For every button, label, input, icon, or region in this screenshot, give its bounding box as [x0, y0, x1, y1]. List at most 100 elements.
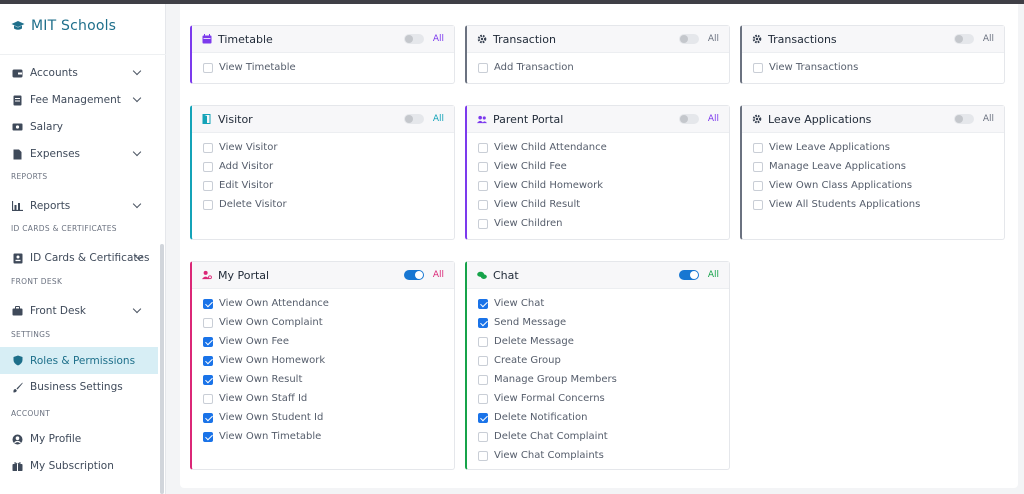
- checkbox[interactable]: [753, 142, 763, 153]
- sidebar-item-expenses[interactable]: Expenses: [0, 141, 158, 167]
- permission-item[interactable]: View Visitor: [203, 138, 454, 157]
- select-all-label[interactable]: All: [708, 114, 719, 124]
- sidebar-item-id-cards[interactable]: ID Cards & Certificates: [0, 245, 158, 271]
- permission-item[interactable]: Delete Notification: [478, 408, 729, 427]
- checkbox[interactable]: [203, 62, 213, 73]
- sidebar-item-accounts[interactable]: Accounts: [0, 60, 158, 86]
- checkbox[interactable]: [478, 336, 488, 347]
- sidebar-item-roles-permissions[interactable]: Roles & Permissions: [0, 347, 158, 374]
- permission-item[interactable]: Send Message: [478, 313, 729, 332]
- permission-label: View Formal Concerns: [494, 393, 605, 404]
- permission-item[interactable]: View Own Staff Id: [203, 389, 454, 408]
- checkbox[interactable]: [753, 62, 763, 73]
- checkbox-checked[interactable]: [203, 374, 213, 385]
- permission-item[interactable]: View Own Timetable: [203, 427, 454, 446]
- checkbox[interactable]: [203, 180, 213, 191]
- select-all-label[interactable]: All: [708, 34, 719, 44]
- checkbox[interactable]: [478, 393, 488, 404]
- permission-item[interactable]: View Child Result: [478, 195, 729, 214]
- checkbox[interactable]: [478, 355, 488, 366]
- permission-item[interactable]: View Chat Complaints: [478, 446, 729, 465]
- sidebar-scrollbar[interactable]: [160, 244, 164, 494]
- select-all-toggle[interactable]: [679, 114, 699, 124]
- sidebar-item-front-desk[interactable]: Front Desk: [0, 298, 158, 324]
- select-all-toggle[interactable]: [954, 114, 974, 124]
- sidebar-item-my-subscription[interactable]: My Subscription: [0, 453, 158, 479]
- checkbox-checked[interactable]: [478, 317, 488, 328]
- select-all-toggle[interactable]: [404, 34, 424, 44]
- permission-item[interactable]: Delete Message: [478, 332, 729, 351]
- checkbox[interactable]: [478, 450, 488, 461]
- select-all-toggle[interactable]: [404, 270, 424, 280]
- permission-label: View Own Complaint: [219, 317, 323, 328]
- permission-label: Delete Chat Complaint: [494, 431, 608, 442]
- checkbox-checked[interactable]: [478, 412, 488, 423]
- checkbox[interactable]: [478, 218, 488, 229]
- checkbox[interactable]: [478, 374, 488, 385]
- permission-item[interactable]: View Own Result: [203, 370, 454, 389]
- checkbox[interactable]: [753, 161, 763, 172]
- checkbox[interactable]: [478, 431, 488, 442]
- sidebar-item-salary[interactable]: Salary: [0, 114, 158, 140]
- permission-item[interactable]: View Leave Applications: [753, 138, 1004, 157]
- sidebar-item-my-profile[interactable]: My Profile: [0, 426, 158, 452]
- select-all-label[interactable]: All: [433, 114, 444, 124]
- brand-logo[interactable]: MIT Schools: [11, 18, 116, 34]
- checkbox[interactable]: [478, 199, 488, 210]
- permission-item[interactable]: Manage Group Members: [478, 370, 729, 389]
- checkbox[interactable]: [203, 317, 213, 328]
- sidebar-item-business-settings[interactable]: Business Settings: [0, 374, 158, 400]
- checkbox-checked[interactable]: [203, 412, 213, 423]
- checkbox[interactable]: [203, 142, 213, 153]
- select-all-toggle[interactable]: [954, 34, 974, 44]
- checkbox[interactable]: [753, 199, 763, 210]
- select-all-label[interactable]: All: [983, 34, 994, 44]
- permission-item[interactable]: View All Students Applications: [753, 195, 1004, 214]
- permission-item[interactable]: View Child Attendance: [478, 138, 729, 157]
- checkbox-checked[interactable]: [478, 298, 488, 309]
- card-title: Visitor: [218, 112, 253, 126]
- checkbox[interactable]: [203, 199, 213, 210]
- sidebar-item-fee-management[interactable]: Fee Management: [0, 87, 158, 113]
- permission-item[interactable]: View Timetable: [203, 58, 454, 77]
- checkbox[interactable]: [478, 62, 488, 73]
- checkbox[interactable]: [203, 393, 213, 404]
- select-all-toggle[interactable]: [679, 270, 699, 280]
- permission-item[interactable]: Edit Visitor: [203, 176, 454, 195]
- permission-item[interactable]: Delete Chat Complaint: [478, 427, 729, 446]
- select-all-label[interactable]: All: [983, 114, 994, 124]
- permission-item[interactable]: View Own Class Applications: [753, 176, 1004, 195]
- permission-item[interactable]: View Own Attendance: [203, 294, 454, 313]
- checkbox-checked[interactable]: [203, 355, 213, 366]
- checkbox[interactable]: [478, 142, 488, 153]
- permission-item[interactable]: View Own Homework: [203, 351, 454, 370]
- permission-item[interactable]: Create Group: [478, 351, 729, 370]
- permission-item[interactable]: View Child Fee: [478, 157, 729, 176]
- permission-item[interactable]: Add Visitor: [203, 157, 454, 176]
- checkbox[interactable]: [203, 161, 213, 172]
- permission-item[interactable]: Manage Leave Applications: [753, 157, 1004, 176]
- select-all-toggle[interactable]: [404, 114, 424, 124]
- permission-item[interactable]: View Own Complaint: [203, 313, 454, 332]
- checkbox-checked[interactable]: [203, 336, 213, 347]
- permission-item[interactable]: View Formal Concerns: [478, 389, 729, 408]
- select-all-label[interactable]: All: [708, 270, 719, 280]
- sidebar-item-reports[interactable]: Reports: [0, 193, 158, 219]
- permission-item[interactable]: Delete Visitor: [203, 195, 454, 214]
- checkbox-checked[interactable]: [203, 431, 213, 442]
- permission-item[interactable]: View Children: [478, 214, 729, 233]
- permission-item[interactable]: View Chat: [478, 294, 729, 313]
- permission-item[interactable]: View Own Fee: [203, 332, 454, 351]
- checkbox[interactable]: [478, 161, 488, 172]
- permission-item[interactable]: View Child Homework: [478, 176, 729, 195]
- checkbox[interactable]: [478, 180, 488, 191]
- select-all-toggle[interactable]: [679, 34, 699, 44]
- select-all-label[interactable]: All: [433, 270, 444, 280]
- permission-item[interactable]: View Own Student Id: [203, 408, 454, 427]
- permission-item[interactable]: View Transactions: [753, 58, 1004, 77]
- checkbox[interactable]: [753, 180, 763, 191]
- select-all-label[interactable]: All: [433, 34, 444, 44]
- checkbox-checked[interactable]: [203, 298, 213, 309]
- permission-item[interactable]: Add Transaction: [478, 58, 729, 77]
- permission-card-leave-applications: Leave Applications All View Leave Applic…: [740, 105, 1005, 240]
